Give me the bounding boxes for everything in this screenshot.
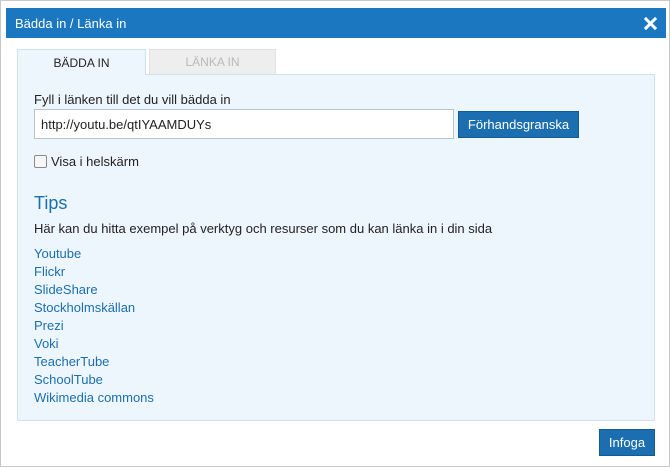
list-item: TeacherTube xyxy=(34,353,154,371)
tab-link[interactable]: LÄNKA IN xyxy=(149,49,276,74)
tips-link[interactable]: SlideShare xyxy=(34,282,98,297)
tips-link-list: Youtube Flickr SlideShare Stockholmskällan P… xyxy=(34,245,154,407)
tips-link[interactable]: Wikimedia commons xyxy=(34,390,154,405)
tab-embed[interactable]: BÄDDA IN xyxy=(17,49,146,75)
tips-link[interactable]: Prezi xyxy=(34,318,64,333)
tips-link[interactable]: Flickr xyxy=(34,264,65,279)
close-icon xyxy=(643,16,657,30)
dialog-title: Bädda in / Länka in xyxy=(15,15,127,31)
list-item: Stockholmskällan xyxy=(34,299,154,317)
dialog-titlebar: Bädda in / Länka in xyxy=(6,8,666,38)
embed-panel: Fyll i länken till det du vill bädda in … xyxy=(17,74,655,421)
fullscreen-checkbox[interactable] xyxy=(34,155,47,168)
list-item: SchoolTube xyxy=(34,371,154,389)
list-item: Voki xyxy=(34,335,154,353)
url-input[interactable] xyxy=(34,109,454,139)
tips-description: Här kan du hitta exempel på verktyg och … xyxy=(34,221,493,236)
list-item: SlideShare xyxy=(34,281,154,299)
embed-dialog: Bädda in / Länka in BÄDDA IN LÄNKA IN Fy… xyxy=(0,0,670,467)
tab-bar: BÄDDA IN LÄNKA IN xyxy=(17,49,276,75)
tips-heading: Tips xyxy=(34,193,68,213)
preview-button[interactable]: Förhandsgranska xyxy=(458,111,579,138)
list-item: Wikimedia commons xyxy=(34,389,154,407)
tips-link[interactable]: TeacherTube xyxy=(34,354,109,369)
list-item: Prezi xyxy=(34,317,154,335)
list-item: Youtube xyxy=(34,245,154,263)
fullscreen-label: Visa i helskärm xyxy=(51,154,139,169)
insert-button[interactable]: Infoga xyxy=(599,429,655,456)
tips-link[interactable]: Stockholmskällan xyxy=(34,300,135,315)
tips-link[interactable]: SchoolTube xyxy=(34,372,103,387)
list-item: Flickr xyxy=(34,263,154,281)
tips-link[interactable]: Voki xyxy=(34,336,59,351)
close-button[interactable] xyxy=(642,15,658,31)
url-field-label: Fyll i länken till det du vill bädda in xyxy=(34,92,231,107)
tips-link[interactable]: Youtube xyxy=(34,246,81,261)
fullscreen-option: Visa i helskärm xyxy=(34,154,139,169)
